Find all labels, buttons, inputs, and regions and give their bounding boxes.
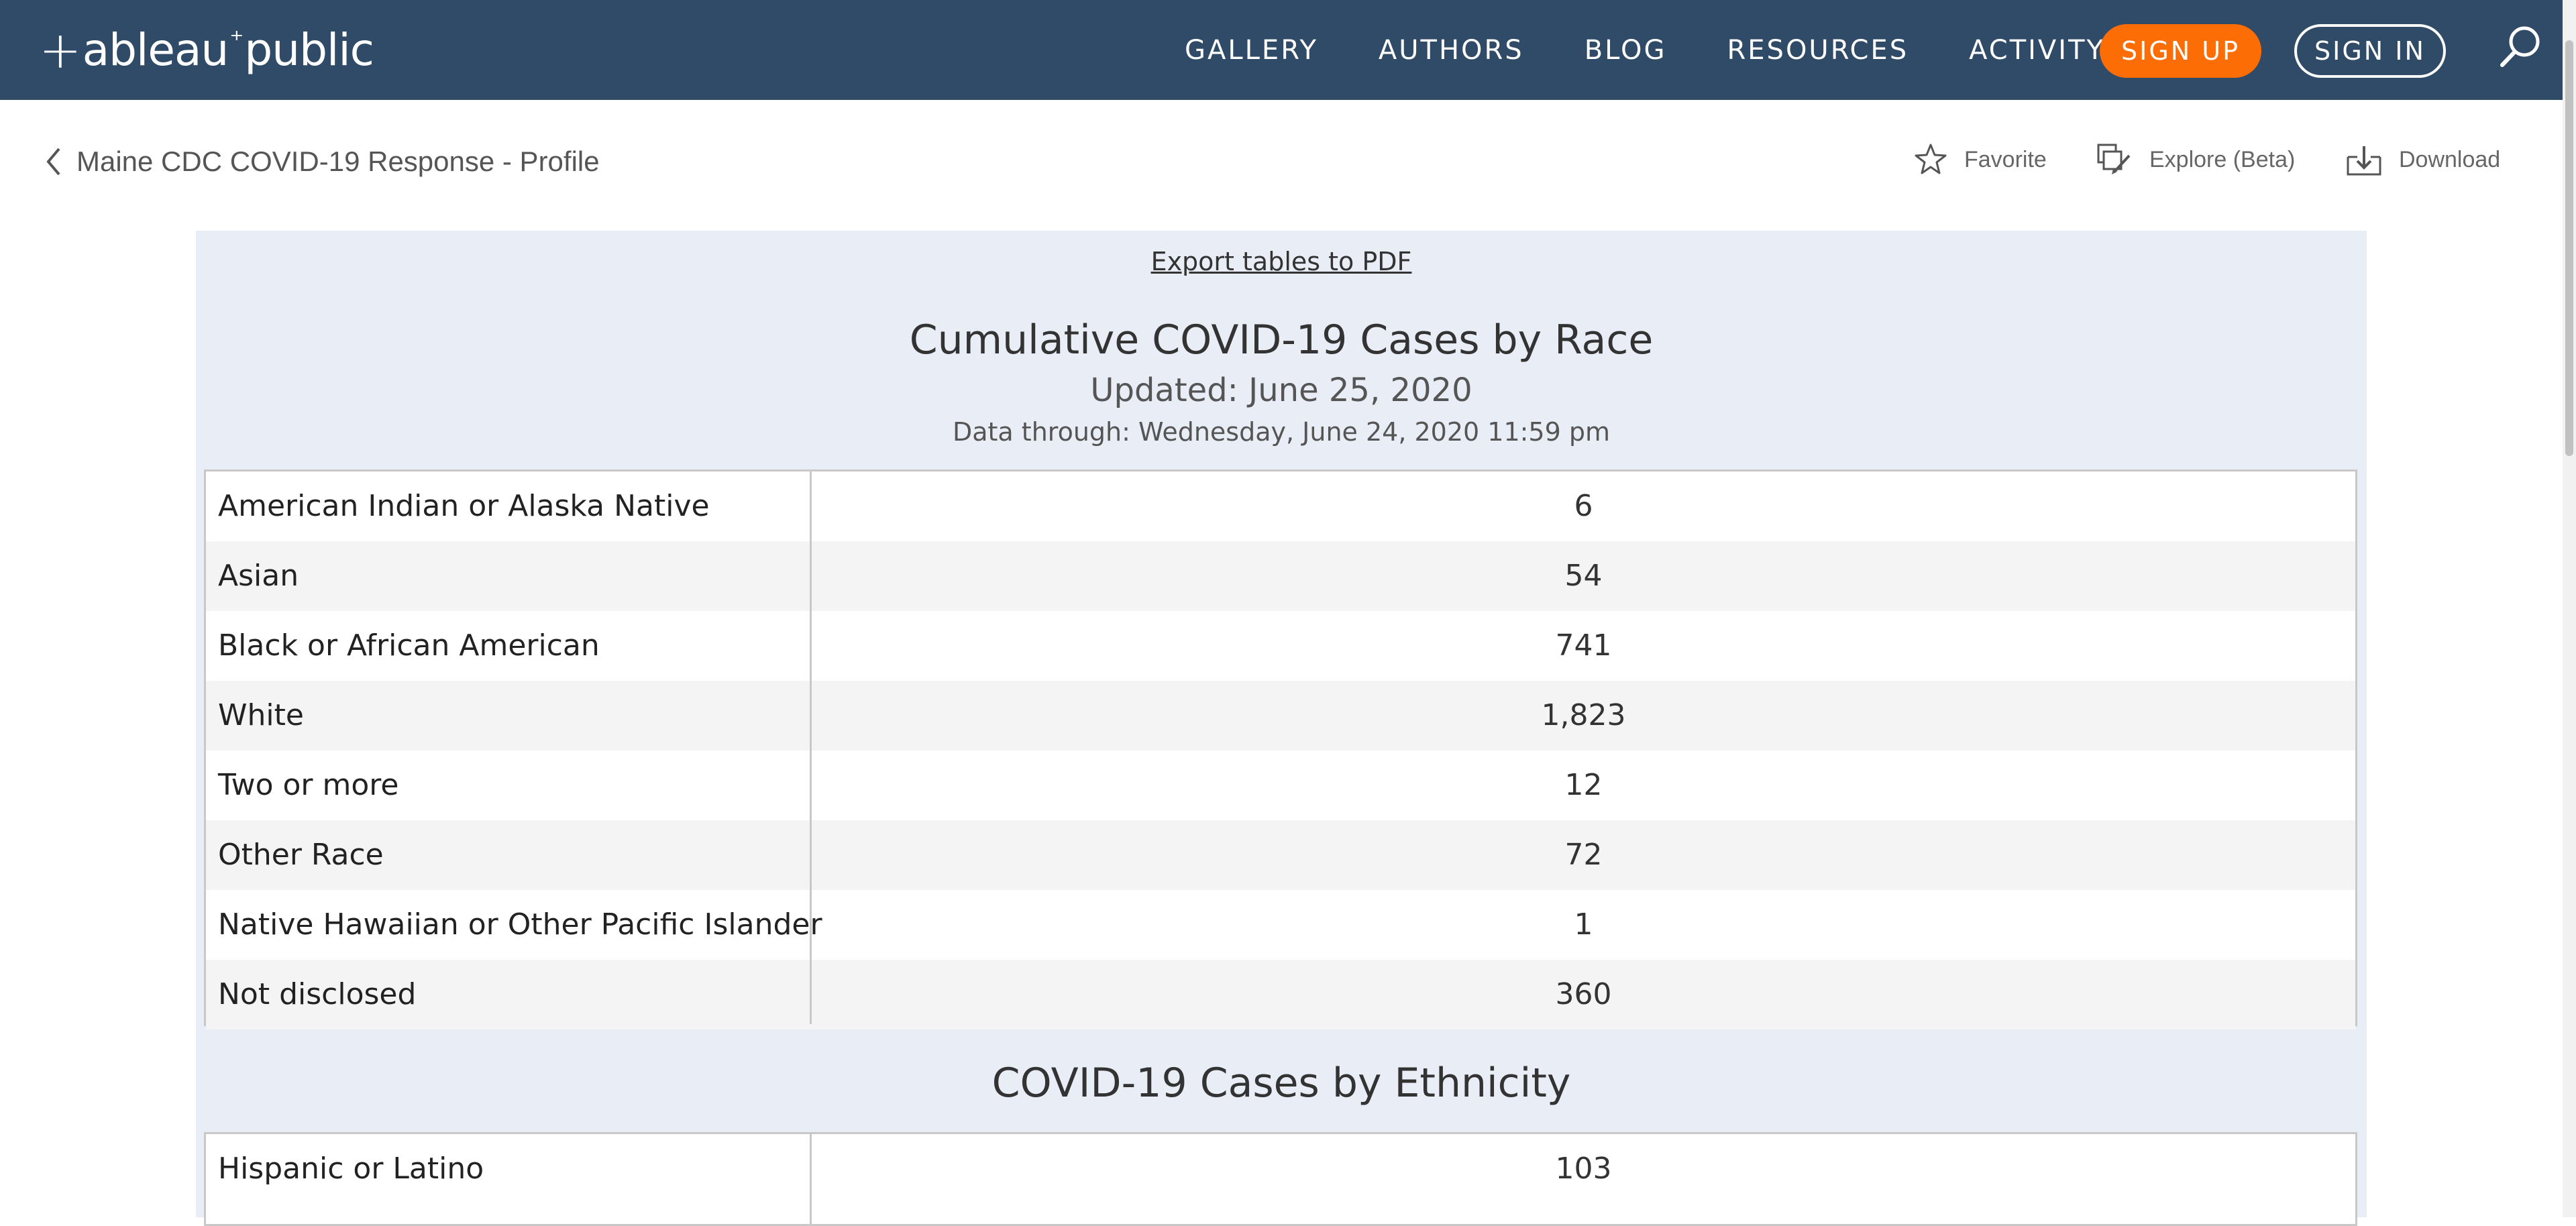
case-count: 72 [1564, 838, 1603, 872]
explore-edit-icon [2097, 144, 2131, 174]
tableau-viz: Export tables to PDF Cumulative COVID-19… [196, 231, 2367, 1226]
table-row[interactable]: Native Hawaiian or Other Pacific Islande… [206, 890, 2355, 960]
case-count: 741 [1555, 628, 1612, 663]
race-updated-date: Updated: June 25, 2020 [1090, 372, 1472, 409]
table-row[interactable]: American Indian or Alaska Native 6 [206, 471, 2355, 541]
sign-up-button[interactable]: SIGN UP [2100, 24, 2261, 78]
case-count: 1 [1574, 907, 1593, 942]
race-label: White [218, 698, 304, 732]
export-pdf-link[interactable]: Export tables to PDF [196, 247, 2367, 276]
nav-link-authors[interactable]: AUTHORS [1379, 35, 1524, 66]
table-row[interactable]: Hispanic or Latino 103 [206, 1134, 2355, 1204]
search-icon[interactable] [2497, 23, 2544, 70]
case-count: 6 [1574, 489, 1593, 523]
nav-link-gallery[interactable]: GALLERY [1185, 35, 1318, 66]
race-label: American Indian or Alaska Native [218, 489, 710, 523]
race-label: Two or more [218, 768, 399, 802]
scrollbar-thumb[interactable] [2565, 40, 2573, 456]
top-navigation: + ableau ⁺ public GALLERY AUTHORS BLOG RESO… [0, 0, 2563, 100]
race-table-title: Cumulative COVID-19 Cases by Race [909, 317, 1654, 364]
favorite-label: Favorite [1964, 146, 2047, 172]
download-label: Download [2399, 146, 2501, 172]
profile-name: Maine CDC COVID-19 Response - Profile [76, 146, 600, 177]
nav-link-blog[interactable]: BLOG [1585, 35, 1667, 66]
ethnicity-table: Hispanic or Latino 103 [204, 1132, 2357, 1226]
column-divider [810, 1134, 812, 1224]
sign-in-button[interactable]: SIGN IN [2294, 24, 2446, 78]
download-button[interactable]: Download [2345, 142, 2500, 177]
table-row[interactable]: Two or more 12 [206, 750, 2355, 820]
case-count: 12 [1564, 768, 1603, 802]
star-icon [1915, 144, 1947, 174]
race-data-through: Data through: Wednesday, June 24, 2020 1… [952, 417, 1611, 447]
table-row[interactable]: Black or African American 741 [206, 611, 2355, 681]
race-label: Other Race [218, 838, 384, 872]
race-label: Native Hawaiian or Other Pacific Islande… [218, 907, 822, 942]
case-count: 1,823 [1541, 698, 1626, 732]
favorite-button[interactable]: Favorite [1913, 142, 2047, 177]
ethnicity-label: Hispanic or Latino [218, 1152, 484, 1186]
chevron-left-icon [46, 148, 60, 176]
table-row[interactable]: Not disclosed 360 [206, 960, 2355, 1029]
download-icon [2347, 146, 2381, 176]
race-label: Black or African American [218, 628, 600, 663]
nav-links: GALLERY AUTHORS BLOG RESOURCES ACTIVITY [1185, 0, 2165, 100]
ethnicity-table-title: COVID-19 Cases by Ethnicity [991, 1060, 1571, 1107]
back-to-profile-link[interactable]: Maine CDC COVID-19 Response - Profile [43, 145, 600, 178]
case-count: 103 [1555, 1152, 1612, 1186]
table-row[interactable]: Other Race 72 [206, 820, 2355, 890]
column-divider [810, 471, 812, 1024]
explore-label: Explore (Beta) [2149, 146, 2296, 172]
race-label: Asian [218, 559, 299, 593]
nav-link-resources[interactable]: RESOURCES [1727, 35, 1909, 66]
case-count: 360 [1555, 977, 1612, 1011]
explore-button[interactable]: Explore (Beta) [2096, 142, 2295, 177]
nav-link-activity[interactable]: ACTIVITY [1969, 35, 2105, 66]
tableau-public-logo[interactable]: + ableau ⁺ public [39, 20, 374, 80]
race-table: American Indian or Alaska Native 6 Asian… [204, 469, 2357, 1029]
case-count: 54 [1564, 559, 1603, 593]
table-row[interactable]: Asian 54 [206, 541, 2355, 611]
table-row[interactable]: White 1,823 [206, 681, 2355, 750]
race-label: Not disclosed [218, 977, 417, 1011]
